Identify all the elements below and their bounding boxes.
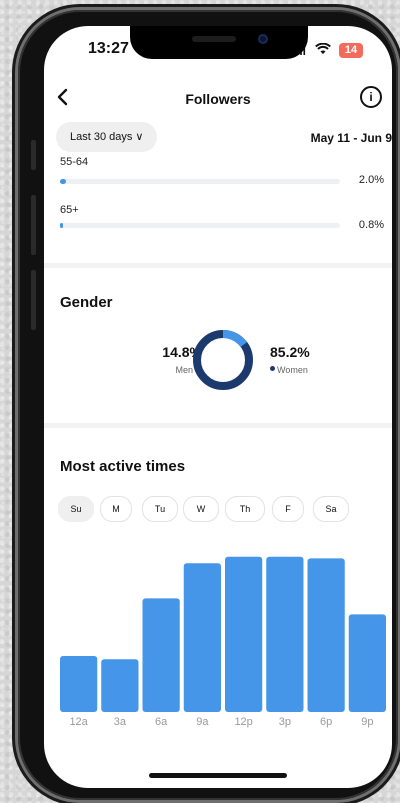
hour-label-6p: 6p [320, 716, 333, 728]
hour-label-12a: 12a [69, 716, 88, 728]
bar-3a [101, 659, 139, 712]
bar-3p [266, 556, 304, 712]
age-label: 65+ [60, 204, 79, 216]
bar-12p [225, 556, 263, 712]
home-indicator[interactable] [149, 773, 287, 778]
page-title: Followers [185, 91, 251, 107]
bar-9a [183, 563, 221, 712]
volume-down-button [31, 270, 36, 330]
hour-label-6a: 6a [155, 716, 168, 728]
gender-title: Gender [60, 294, 113, 311]
volume-up-button [31, 195, 36, 255]
women-legend-dot [270, 366, 275, 372]
gender-donut-chart [193, 330, 253, 390]
day-tab-m[interactable]: M [100, 496, 132, 522]
age-percent: 2.0% [358, 174, 384, 186]
gender-women: 85.2% Women [270, 344, 350, 378]
day-tab-sa[interactable]: Sa [313, 496, 349, 522]
bar-12a [60, 656, 98, 712]
speaker [192, 36, 236, 42]
date-range: May 11 - Jun 9 [310, 131, 392, 145]
women-value: 85.2% [270, 344, 310, 360]
screen: 13:27 ııl 14 Followers i Last 30 days ∨ … [44, 26, 392, 788]
active-times-chart [60, 556, 386, 712]
camera [258, 34, 268, 44]
wifi-icon [315, 42, 331, 58]
bar-6p [307, 558, 345, 712]
bar-6a [142, 598, 180, 712]
hour-label-12p: 12p [234, 716, 253, 728]
age-bar-fill [60, 179, 66, 184]
day-tab-w[interactable]: W [183, 496, 219, 522]
mute-switch [31, 140, 36, 170]
day-tab-su[interactable]: Su [58, 496, 94, 522]
age-bar-track [60, 223, 340, 228]
bar-9p [348, 614, 386, 712]
day-tab-th[interactable]: Th [225, 496, 265, 522]
hour-label-3a: 3a [113, 716, 126, 728]
hour-label-9p: 9p [361, 716, 374, 728]
hour-label-3p: 3p [278, 716, 291, 728]
hour-label-9a: 9a [196, 716, 209, 728]
notch [130, 26, 308, 59]
status-time: 13:27 [88, 40, 129, 57]
age-percent: 0.8% [358, 219, 384, 231]
age-bar-track [60, 179, 340, 184]
age-label: 55-64 [60, 156, 89, 168]
info-button[interactable]: i [360, 86, 382, 108]
section-divider [44, 263, 392, 268]
active-times-title: Most active times [60, 458, 186, 475]
date-filter-button[interactable]: Last 30 days ∨ [56, 122, 158, 152]
battery-icon: 14 [339, 43, 363, 58]
section-divider [44, 423, 392, 428]
women-label: Women [277, 365, 308, 375]
day-tab-tu[interactable]: Tu [142, 496, 178, 522]
age-bar-fill [60, 223, 63, 228]
nav-bar: Followers i [44, 84, 392, 114]
day-tab-f[interactable]: F [272, 496, 304, 522]
